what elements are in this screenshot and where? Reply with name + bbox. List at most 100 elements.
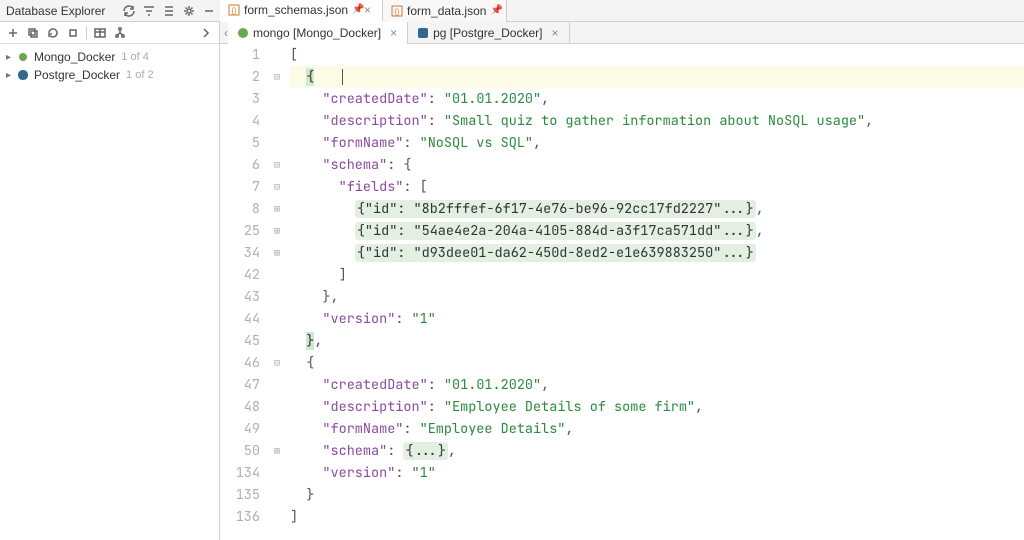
line-number: 6 [220, 154, 260, 176]
code-line[interactable]: } [290, 484, 1024, 506]
code-body[interactable]: [ { "createdDate": "01.01.2020", "descri… [284, 44, 1024, 540]
refresh-icon[interactable] [46, 26, 60, 40]
tree-twisty-icon[interactable]: ▸ [6, 70, 16, 81]
stop-icon[interactable] [66, 26, 80, 40]
filter-icon[interactable] [142, 4, 156, 18]
line-number: 1 [220, 44, 260, 66]
line-number: 43 [220, 286, 260, 308]
fold-expand-icon[interactable]: ⊞ [270, 220, 284, 242]
table-icon[interactable] [93, 26, 107, 40]
fold-collapse-icon[interactable]: ⊟ [270, 66, 284, 88]
copy-icon[interactable] [26, 26, 40, 40]
db-connection-tab[interactable]: pg [Postgre_Docker] × [408, 22, 569, 44]
line-number: 44 [220, 308, 260, 330]
fold-none [270, 462, 284, 484]
file-tab-label: form_data.json [407, 4, 486, 18]
mongo-icon [16, 50, 30, 64]
code-line[interactable]: ] [290, 506, 1024, 528]
svg-text:{}: {} [395, 9, 400, 16]
fold-none [270, 506, 284, 528]
code-line[interactable]: }, [290, 330, 1024, 352]
json-file-icon: {} [228, 4, 240, 16]
code-line[interactable]: "version": "1" [290, 308, 1024, 330]
line-number: 45 [220, 330, 260, 352]
db-explorer-header: Database Explorer [0, 4, 220, 18]
db-tree-node[interactable]: ▸Mongo_Docker1 of 4 [0, 48, 219, 66]
fold-none [270, 396, 284, 418]
line-number: 34 [220, 242, 260, 264]
line-number: 46 [220, 352, 260, 374]
line-number: 50 [220, 440, 260, 462]
file-tab[interactable]: {} form_data.json 📌 [383, 0, 507, 22]
line-number: 2 [220, 66, 260, 88]
tree-node-label: Mongo_Docker [34, 50, 115, 64]
fold-none [270, 110, 284, 132]
close-icon[interactable]: × [551, 26, 558, 40]
add-icon[interactable] [6, 26, 20, 40]
db-connection-tab[interactable]: mongo [Mongo_Docker] × [228, 22, 408, 44]
code-line[interactable]: "description": "Employee Details of some… [290, 396, 1024, 418]
code-line[interactable]: ] [290, 264, 1024, 286]
fold-collapse-icon[interactable]: ⊟ [270, 176, 284, 198]
code-line[interactable]: {"id": "8b2fffef-6f17-4e76-be96-92cc17fd… [290, 198, 1024, 220]
fold-gutter[interactable]: ⊟⊟⊟⊞⊞⊞⊟⊞ [270, 44, 284, 540]
tree-twisty-icon[interactable]: ▸ [6, 52, 16, 63]
fold-none [270, 374, 284, 396]
fold-none [270, 132, 284, 154]
database-explorer-panel: ▸Mongo_Docker1 of 4▸Postgre_Docker1 of 2 [0, 22, 220, 540]
line-number: 47 [220, 374, 260, 396]
code-line[interactable]: { [290, 66, 1024, 88]
db-tab-label: mongo [Mongo_Docker] [253, 26, 381, 40]
text-cursor [342, 69, 343, 85]
db-tree-node[interactable]: ▸Postgre_Docker1 of 2 [0, 66, 219, 84]
minimize-icon[interactable] [202, 4, 216, 18]
fold-none [270, 418, 284, 440]
close-icon[interactable]: × [364, 3, 374, 17]
code-editor[interactable]: 123456782534424344454647484950134135136 … [220, 44, 1024, 540]
collapse-icon[interactable] [162, 4, 176, 18]
editor-pane: ‹ mongo [Mongo_Docker]×pg [Postgre_Docke… [220, 22, 1024, 540]
code-line[interactable]: {"id": "54ae4e2a-204a-4105-884d-a3f17ca5… [290, 220, 1024, 242]
db-explorer-toolbar [0, 22, 219, 44]
code-line[interactable]: "version": "1" [290, 462, 1024, 484]
line-number: 48 [220, 396, 260, 418]
fold-expand-icon[interactable]: ⊞ [270, 198, 284, 220]
code-line[interactable]: }, [290, 286, 1024, 308]
code-line[interactable]: "description": "Small quiz to gather inf… [290, 110, 1024, 132]
fold-none [270, 286, 284, 308]
code-line[interactable]: "formName": "Employee Details", [290, 418, 1024, 440]
line-number: 25 [220, 220, 260, 242]
pin-icon[interactable]: 📌 [352, 4, 360, 15]
line-number: 7 [220, 176, 260, 198]
code-line[interactable]: "createdDate": "01.01.2020", [290, 374, 1024, 396]
code-line[interactable]: "fields": [ [290, 176, 1024, 198]
fold-collapse-icon[interactable]: ⊟ [270, 154, 284, 176]
fold-none [270, 484, 284, 506]
hierarchy-icon[interactable] [113, 26, 127, 40]
fold-none [270, 308, 284, 330]
gear-icon[interactable] [182, 4, 196, 18]
mongo-icon [238, 28, 248, 38]
fold-none [270, 88, 284, 110]
line-number: 8 [220, 198, 260, 220]
close-icon[interactable]: × [390, 26, 397, 40]
editor-tab-bar: ‹ mongo [Mongo_Docker]×pg [Postgre_Docke… [220, 22, 1024, 44]
fold-collapse-icon[interactable]: ⊟ [270, 352, 284, 374]
code-line[interactable]: "schema": { [290, 154, 1024, 176]
expand-icon[interactable] [199, 26, 213, 40]
db-tab-label: pg [Postgre_Docker] [433, 26, 542, 40]
file-tab[interactable]: {}form_schemas.json📌× [220, 0, 383, 22]
code-line[interactable]: { [290, 352, 1024, 374]
pin-icon[interactable]: 📌 [490, 5, 498, 16]
fold-expand-icon[interactable]: ⊞ [270, 440, 284, 462]
code-line[interactable]: {"id": "d93dee01-da62-450d-8ed2-e1e63988… [290, 242, 1024, 264]
fold-none [270, 44, 284, 66]
postgres-icon [418, 28, 428, 38]
code-line[interactable]: "formName": "NoSQL vs SQL", [290, 132, 1024, 154]
fold-expand-icon[interactable]: ⊞ [270, 242, 284, 264]
code-line[interactable]: [ [290, 44, 1024, 66]
code-line[interactable]: "schema": {...}, [290, 440, 1024, 462]
code-line[interactable]: "createdDate": "01.01.2020", [290, 88, 1024, 110]
line-number: 134 [220, 462, 260, 484]
sync-icon[interactable] [122, 4, 136, 18]
